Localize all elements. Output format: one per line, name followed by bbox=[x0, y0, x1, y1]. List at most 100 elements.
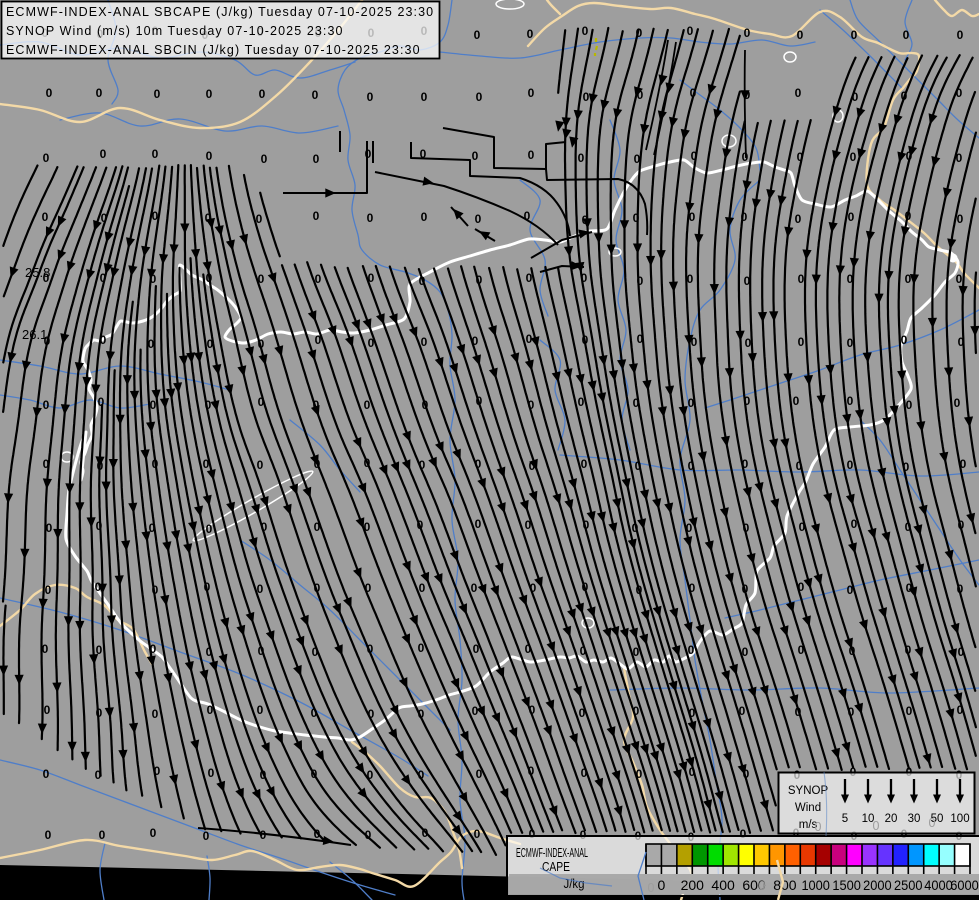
svg-text:0: 0 bbox=[421, 90, 428, 104]
svg-text:0: 0 bbox=[848, 210, 855, 224]
svg-text:0: 0 bbox=[476, 90, 483, 104]
svg-text:0: 0 bbox=[850, 150, 857, 164]
svg-text:0: 0 bbox=[150, 826, 157, 840]
svg-text:0: 0 bbox=[851, 28, 858, 42]
svg-text:0: 0 bbox=[795, 86, 802, 100]
svg-text:0: 0 bbox=[257, 703, 264, 717]
svg-text:0: 0 bbox=[42, 210, 49, 224]
svg-text:0: 0 bbox=[873, 819, 880, 833]
svg-text:0: 0 bbox=[44, 703, 51, 717]
svg-text:0: 0 bbox=[42, 642, 49, 656]
svg-text:0: 0 bbox=[688, 643, 695, 657]
svg-text:0: 0 bbox=[793, 394, 800, 408]
svg-text:0: 0 bbox=[847, 394, 854, 408]
svg-text:0: 0 bbox=[472, 149, 479, 163]
svg-text:5: 5 bbox=[842, 813, 848, 825]
svg-text:0: 0 bbox=[45, 583, 52, 597]
svg-text:0: 0 bbox=[583, 90, 590, 104]
svg-text:30: 30 bbox=[908, 813, 921, 825]
svg-text:0: 0 bbox=[203, 829, 210, 843]
svg-text:0: 0 bbox=[475, 517, 482, 531]
svg-text:0: 0 bbox=[313, 209, 320, 223]
svg-text:0: 0 bbox=[421, 210, 428, 224]
svg-text:2500: 2500 bbox=[894, 877, 923, 893]
svg-text:0: 0 bbox=[206, 87, 213, 101]
svg-text:400: 400 bbox=[711, 877, 735, 893]
svg-text:0: 0 bbox=[581, 457, 588, 471]
svg-text:1500: 1500 bbox=[832, 877, 861, 893]
svg-text:0: 0 bbox=[903, 28, 910, 42]
svg-text:100: 100 bbox=[950, 813, 969, 825]
svg-text:0: 0 bbox=[744, 26, 751, 40]
svg-text:SYNOP Wind (m/s) 10m Tuesday 0: SYNOP Wind (m/s) 10m Tuesday 07-10-2025 … bbox=[6, 24, 344, 38]
svg-text:0: 0 bbox=[472, 704, 479, 718]
svg-text:ECMWF-INDEX-ANAL: ECMWF-INDEX-ANAL bbox=[516, 845, 588, 860]
svg-text:4000: 4000 bbox=[924, 877, 953, 893]
svg-text:0: 0 bbox=[257, 458, 264, 472]
svg-text:0: 0 bbox=[528, 86, 535, 100]
svg-text:0: 0 bbox=[528, 148, 535, 162]
svg-text:0: 0 bbox=[313, 152, 320, 166]
svg-text:0: 0 bbox=[929, 816, 936, 830]
svg-text:0: 0 bbox=[46, 521, 53, 535]
svg-text:0: 0 bbox=[906, 398, 913, 412]
svg-text:0: 0 bbox=[954, 396, 961, 410]
svg-text:0: 0 bbox=[957, 28, 964, 42]
svg-text:0: 0 bbox=[206, 149, 213, 163]
svg-text:0: 0 bbox=[208, 766, 215, 780]
svg-text:0: 0 bbox=[471, 581, 478, 595]
svg-text:0: 0 bbox=[259, 87, 266, 101]
svg-text:0: 0 bbox=[847, 458, 854, 472]
svg-text:0: 0 bbox=[797, 28, 804, 42]
svg-text:0: 0 bbox=[687, 24, 694, 38]
svg-text:0: 0 bbox=[795, 212, 802, 226]
svg-text:0: 0 bbox=[45, 828, 52, 842]
svg-text:0: 0 bbox=[847, 336, 854, 350]
svg-text:800: 800 bbox=[773, 877, 797, 893]
svg-text:0: 0 bbox=[582, 24, 589, 38]
svg-text:0: 0 bbox=[154, 87, 161, 101]
svg-text:SYNOP: SYNOP bbox=[788, 785, 829, 797]
svg-text:0: 0 bbox=[648, 881, 655, 895]
svg-text:0: 0 bbox=[99, 828, 106, 842]
svg-text:0: 0 bbox=[759, 879, 766, 893]
svg-text:0: 0 bbox=[367, 90, 374, 104]
svg-text:1000: 1000 bbox=[801, 877, 830, 893]
svg-text:0: 0 bbox=[957, 212, 964, 226]
svg-text:0: 0 bbox=[901, 333, 908, 347]
svg-text:0: 0 bbox=[474, 28, 481, 42]
svg-text:0: 0 bbox=[475, 212, 482, 226]
svg-text:200: 200 bbox=[681, 877, 705, 893]
svg-text:0: 0 bbox=[578, 151, 585, 165]
svg-text:0: 0 bbox=[658, 877, 666, 893]
svg-text:ECMWF-INDEX-ANAL SBCAPE (J/kg): ECMWF-INDEX-ANAL SBCAPE (J/kg) Tuesday 0… bbox=[6, 5, 434, 19]
svg-text:0: 0 bbox=[96, 86, 103, 100]
svg-text:0: 0 bbox=[206, 522, 213, 536]
svg-text:0: 0 bbox=[956, 272, 963, 286]
svg-text:0: 0 bbox=[367, 211, 374, 225]
svg-text:0: 0 bbox=[43, 767, 50, 781]
svg-text:0: 0 bbox=[474, 827, 481, 841]
svg-text:0: 0 bbox=[798, 272, 805, 286]
svg-text:0: 0 bbox=[46, 86, 53, 100]
svg-text:ECMWF-INDEX-ANAL SBCIN (J/kg): ECMWF-INDEX-ANAL SBCIN (J/kg) Tuesday 07… bbox=[6, 43, 421, 57]
svg-text:0: 0 bbox=[152, 147, 159, 161]
svg-text:0: 0 bbox=[312, 88, 319, 102]
svg-text:2000: 2000 bbox=[863, 877, 892, 893]
svg-text:0: 0 bbox=[43, 398, 50, 412]
svg-text:0: 0 bbox=[100, 147, 107, 161]
svg-text:0: 0 bbox=[43, 151, 50, 165]
svg-text:0: 0 bbox=[815, 820, 822, 834]
svg-text:0: 0 bbox=[261, 152, 268, 166]
svg-text:Wind: Wind bbox=[795, 802, 821, 814]
svg-text:0: 0 bbox=[150, 398, 157, 412]
svg-text:J/kg: J/kg bbox=[564, 876, 585, 891]
svg-text:6000: 6000 bbox=[950, 877, 979, 893]
svg-text:0: 0 bbox=[152, 707, 159, 721]
svg-text:0: 0 bbox=[365, 147, 372, 161]
svg-text:0: 0 bbox=[419, 581, 426, 595]
svg-text:0: 0 bbox=[527, 27, 534, 41]
svg-text:20: 20 bbox=[885, 813, 898, 825]
svg-text:0: 0 bbox=[798, 335, 805, 349]
svg-text:0: 0 bbox=[421, 335, 428, 349]
